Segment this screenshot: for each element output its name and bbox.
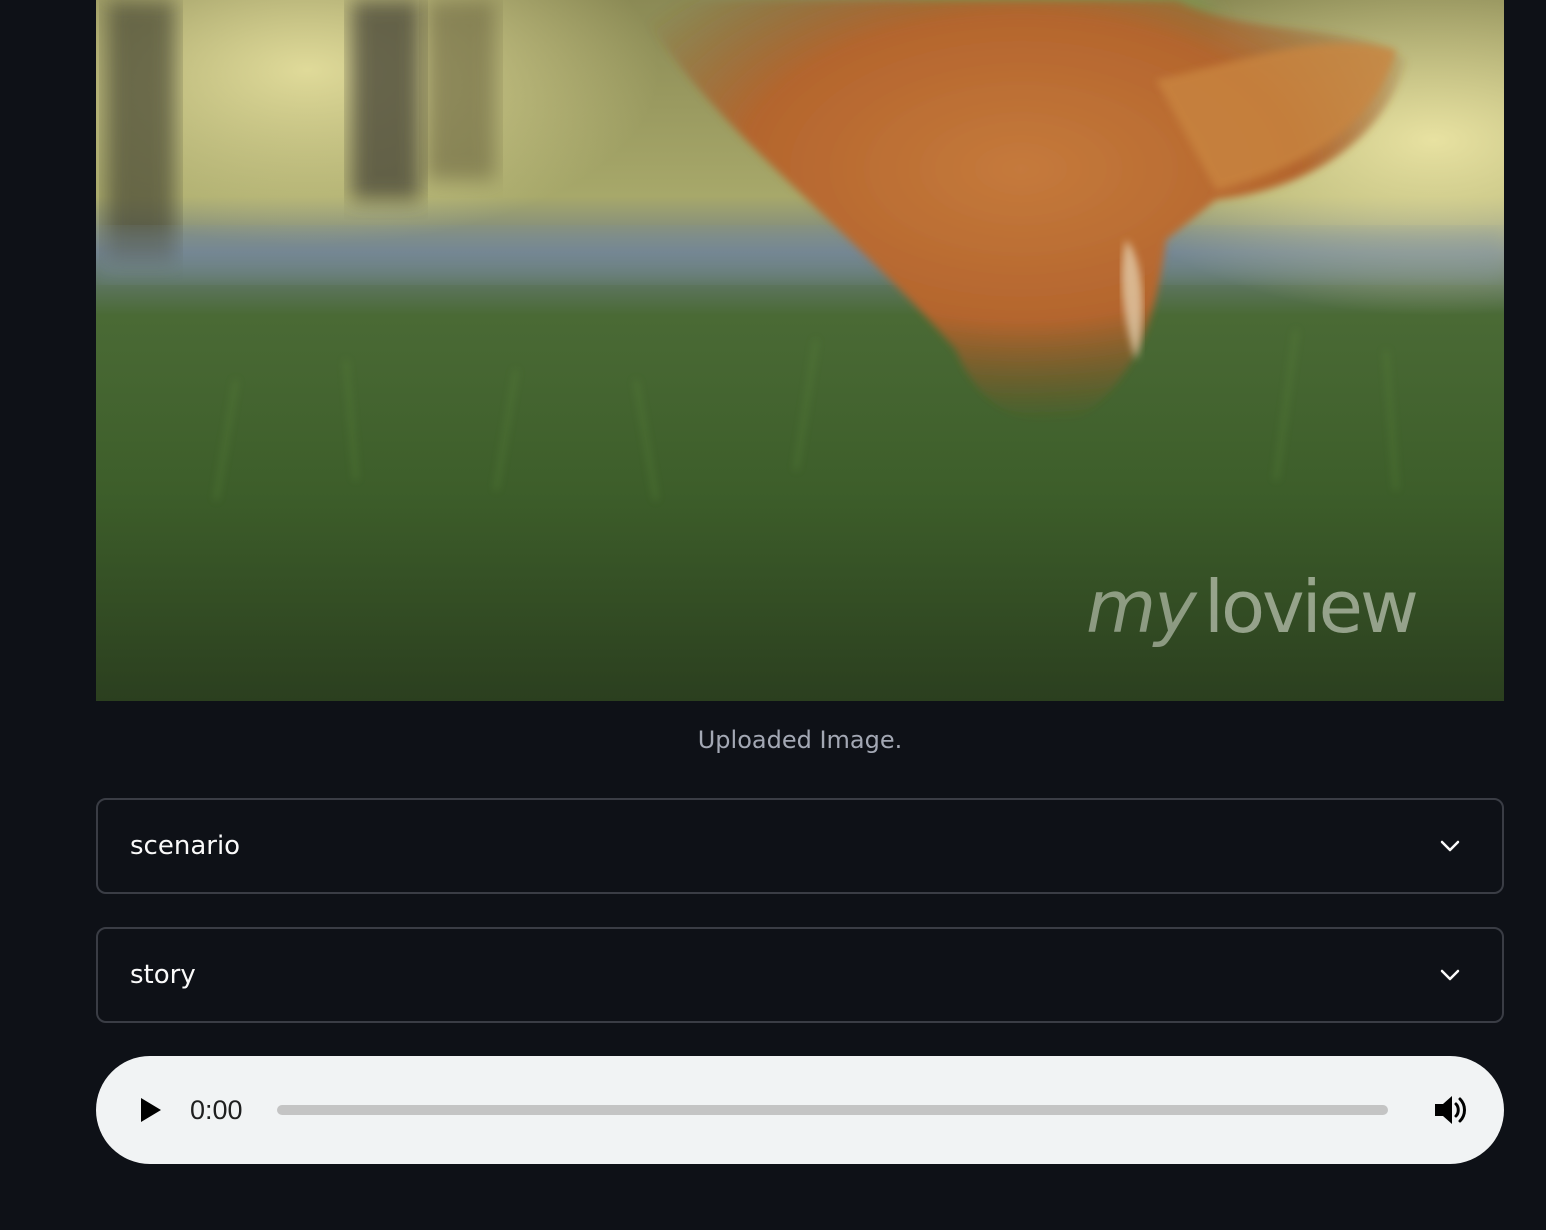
chevron-down-icon [1440, 969, 1460, 981]
expander-label: scenario [130, 831, 241, 861]
expander-story[interactable]: story [96, 927, 1504, 1023]
uploaded-image: my loview [96, 0, 1504, 701]
svg-text:my: my [1086, 565, 1198, 649]
svg-text:loview: loview [1204, 565, 1416, 649]
play-icon[interactable] [132, 1092, 168, 1128]
audio-time: 0:00 [190, 1095, 243, 1125]
image-caption: Uploaded Image. [697, 726, 903, 754]
expander-label: story [130, 960, 196, 990]
app-page: my loview Uploaded Image. scenario story… [0, 0, 1546, 1230]
audio-progress-bar[interactable] [277, 1105, 1388, 1115]
volume-icon[interactable] [1432, 1092, 1470, 1128]
expander-scenario[interactable]: scenario [96, 798, 1504, 894]
audio-player: 0:00 [96, 1056, 1504, 1164]
chevron-down-icon [1440, 840, 1460, 852]
